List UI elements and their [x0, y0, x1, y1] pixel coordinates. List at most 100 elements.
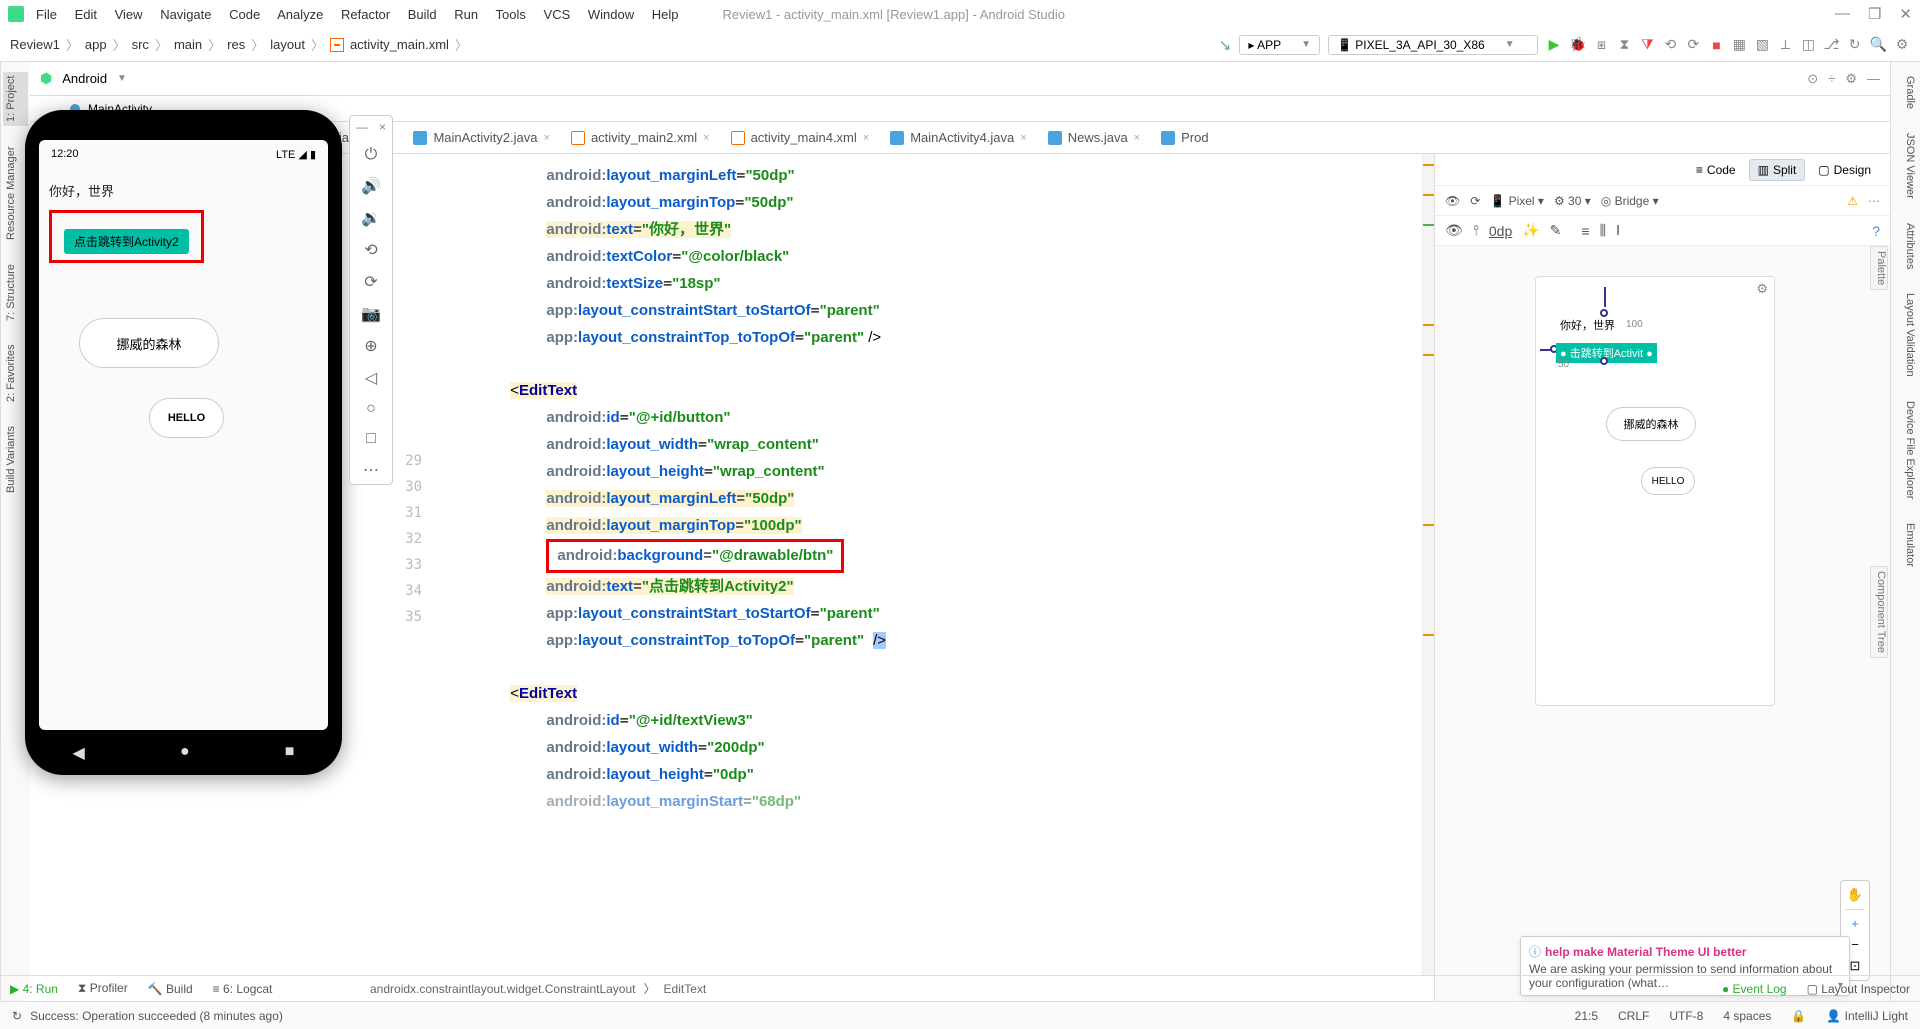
- emu-minimize-icon[interactable]: —: [356, 120, 368, 134]
- file-encoding[interactable]: UTF-8: [1669, 1009, 1703, 1023]
- dropdown-arrow-icon[interactable]: ▼: [117, 73, 127, 84]
- nav-home-icon[interactable]: ●: [180, 743, 190, 763]
- menu-window[interactable]: Window: [588, 7, 634, 22]
- align2-icon[interactable]: ⫼: [1600, 222, 1606, 239]
- hide-icon[interactable]: —: [1867, 71, 1880, 87]
- editor-scrollbar[interactable]: [1422, 154, 1434, 975]
- gutter-project[interactable]: 1: Project: [3, 72, 28, 126]
- stop-icon[interactable]: ■: [1708, 37, 1724, 53]
- preview-pill1[interactable]: 挪威的森林: [1606, 407, 1696, 441]
- design-canvas[interactable]: Palette Component Tree ⚙ 你好，世界 ● 击跳转到Act…: [1435, 246, 1890, 1001]
- default-margin-label[interactable]: 0dp: [1489, 223, 1512, 239]
- build-hammer-icon[interactable]: ↘: [1219, 36, 1232, 54]
- wand2-icon[interactable]: ✎: [1550, 222, 1562, 239]
- crumb-res[interactable]: res: [227, 37, 245, 52]
- rotate-left-icon[interactable]: ⟲: [364, 240, 377, 260]
- apply2-icon[interactable]: ⟳: [1685, 36, 1701, 53]
- theme-label[interactable]: Bridge: [1615, 194, 1650, 208]
- search-icon[interactable]: 🔍: [1870, 36, 1887, 53]
- structure-icon[interactable]: ◫: [1800, 36, 1816, 53]
- emulator-pill-1[interactable]: 挪威的森林: [79, 318, 219, 368]
- zoom-icon[interactable]: ⊕: [364, 336, 377, 356]
- overflow-icon[interactable]: ⋯: [1868, 194, 1880, 208]
- indent-label[interactable]: 4 spaces: [1723, 1009, 1771, 1023]
- gutter-json-viewer[interactable]: JSON Viewer: [1893, 129, 1918, 203]
- target-icon[interactable]: ⊙: [1807, 71, 1818, 87]
- component-tree-tab[interactable]: Component Tree: [1870, 566, 1888, 658]
- help-icon[interactable]: ?: [1872, 223, 1880, 239]
- menu-view[interactable]: View: [115, 7, 143, 22]
- nav-recent-icon[interactable]: ■: [285, 743, 295, 763]
- crumb-src[interactable]: src: [132, 37, 149, 52]
- emulator-toolbar[interactable]: —× ⏻ 🔊 🔉 ⟲ ⟳ 📷 ⊕ ◁ ○ □ ⋯: [349, 115, 393, 485]
- main-menu[interactable]: File Edit View Navigate Code Analyze Ref…: [36, 7, 693, 22]
- settings-icon[interactable]: ⚙: [1894, 36, 1910, 53]
- menu-vcs[interactable]: VCS: [544, 7, 571, 22]
- project-view-combo[interactable]: Android: [62, 71, 107, 86]
- crumb-file[interactable]: activity_main.xml: [350, 37, 449, 52]
- device-combo[interactable]: 📱 PIXEL_3A_API_30_X86▼: [1328, 35, 1538, 55]
- tab-mainactivity2[interactable]: MainActivity2.java×: [403, 124, 560, 151]
- zoom-fit-icon[interactable]: ⊡: [1850, 958, 1861, 974]
- runbar-build[interactable]: Build: [166, 982, 193, 996]
- more-icon[interactable]: ⋯: [363, 460, 379, 480]
- avd-icon[interactable]: ▦: [1731, 36, 1747, 53]
- menu-refactor[interactable]: Refactor: [341, 7, 390, 22]
- menu-code[interactable]: Code: [229, 7, 260, 22]
- menu-help[interactable]: Help: [652, 7, 679, 22]
- device-name-label[interactable]: Pixel: [1509, 194, 1535, 208]
- gutter-device-explorer[interactable]: Device File Explorer: [1893, 397, 1918, 503]
- warning-icon[interactable]: ⚠: [1847, 194, 1858, 208]
- crumb-layout[interactable]: layout: [270, 37, 305, 52]
- tab-news[interactable]: News.java×: [1038, 124, 1151, 151]
- eye-icon[interactable]: 👁: [1445, 194, 1460, 208]
- volume-up-icon[interactable]: 🔊: [361, 176, 381, 196]
- view-design-button[interactable]: ▢ Design: [1809, 159, 1880, 181]
- caret-position[interactable]: 21:5: [1575, 1009, 1598, 1023]
- design-settings-icon[interactable]: ⚙: [1756, 281, 1768, 297]
- gutter-gradle[interactable]: Gradle: [1893, 72, 1918, 113]
- sync-icon[interactable]: ⟂: [1777, 36, 1793, 53]
- gear-icon[interactable]: ⚙: [1845, 71, 1857, 87]
- minimize-icon[interactable]: —: [1835, 5, 1850, 23]
- run-icon[interactable]: ▶: [1546, 36, 1562, 53]
- pan-icon[interactable]: ✋: [1847, 887, 1863, 903]
- menu-edit[interactable]: Edit: [75, 7, 97, 22]
- debug-icon[interactable]: 🐞: [1569, 36, 1586, 53]
- orient-icon[interactable]: ⟳: [1470, 194, 1480, 208]
- line-separator[interactable]: CRLF: [1618, 1009, 1649, 1023]
- nav-back-icon[interactable]: ◀: [73, 743, 85, 763]
- run-config-combo[interactable]: ▸ APP▼: [1239, 35, 1320, 55]
- runbar-run[interactable]: 4: Run: [23, 982, 58, 996]
- zoom-in-icon[interactable]: +: [1851, 916, 1859, 931]
- tab-prod[interactable]: Prod: [1151, 124, 1219, 151]
- rotate-right-icon[interactable]: ⟳: [364, 272, 377, 292]
- home-icon[interactable]: ○: [366, 400, 376, 418]
- gutter-layout-validation[interactable]: Layout Validation: [1893, 289, 1918, 381]
- volume-down-icon[interactable]: 🔉: [361, 208, 381, 228]
- preview-text-1[interactable]: 你好，世界: [1560, 317, 1615, 333]
- menu-build[interactable]: Build: [408, 7, 437, 22]
- power-icon[interactable]: ⏻: [365, 146, 378, 164]
- crumb-app[interactable]: app: [85, 37, 107, 52]
- runbar-layout-inspector[interactable]: Layout Inspector: [1821, 982, 1910, 996]
- magnet-icon[interactable]: ⫯: [1473, 222, 1479, 239]
- theme-label[interactable]: IntelliJ Light: [1845, 1009, 1908, 1023]
- apply-icon[interactable]: ⟲: [1662, 36, 1678, 53]
- api-level-label[interactable]: 30: [1568, 194, 1581, 208]
- tab-mainactivity4[interactable]: MainActivity4.java×: [880, 124, 1037, 151]
- menu-tools[interactable]: Tools: [496, 7, 526, 22]
- back-icon[interactable]: ◁: [365, 368, 377, 388]
- runbar-logcat[interactable]: 6: Logcat: [223, 982, 272, 996]
- tab-activity-main2[interactable]: activity_main2.xml×: [561, 124, 721, 151]
- camera-icon[interactable]: 📷: [361, 304, 381, 324]
- palette-tab[interactable]: Palette: [1870, 246, 1888, 290]
- collapse-icon[interactable]: ÷: [1828, 71, 1835, 87]
- runbar-eventlog[interactable]: Event Log: [1733, 982, 1787, 996]
- preview-pill2[interactable]: HELLO: [1641, 467, 1695, 495]
- code-editor[interactable]: android:layout_marginLeft="50dp" android…: [430, 154, 1434, 975]
- view-code-button[interactable]: ≡ Code: [1687, 159, 1745, 181]
- tab-activity-main4[interactable]: activity_main4.xml×: [721, 124, 881, 151]
- close-icon[interactable]: ✕: [1899, 5, 1912, 23]
- update-icon[interactable]: ↻: [1847, 36, 1863, 53]
